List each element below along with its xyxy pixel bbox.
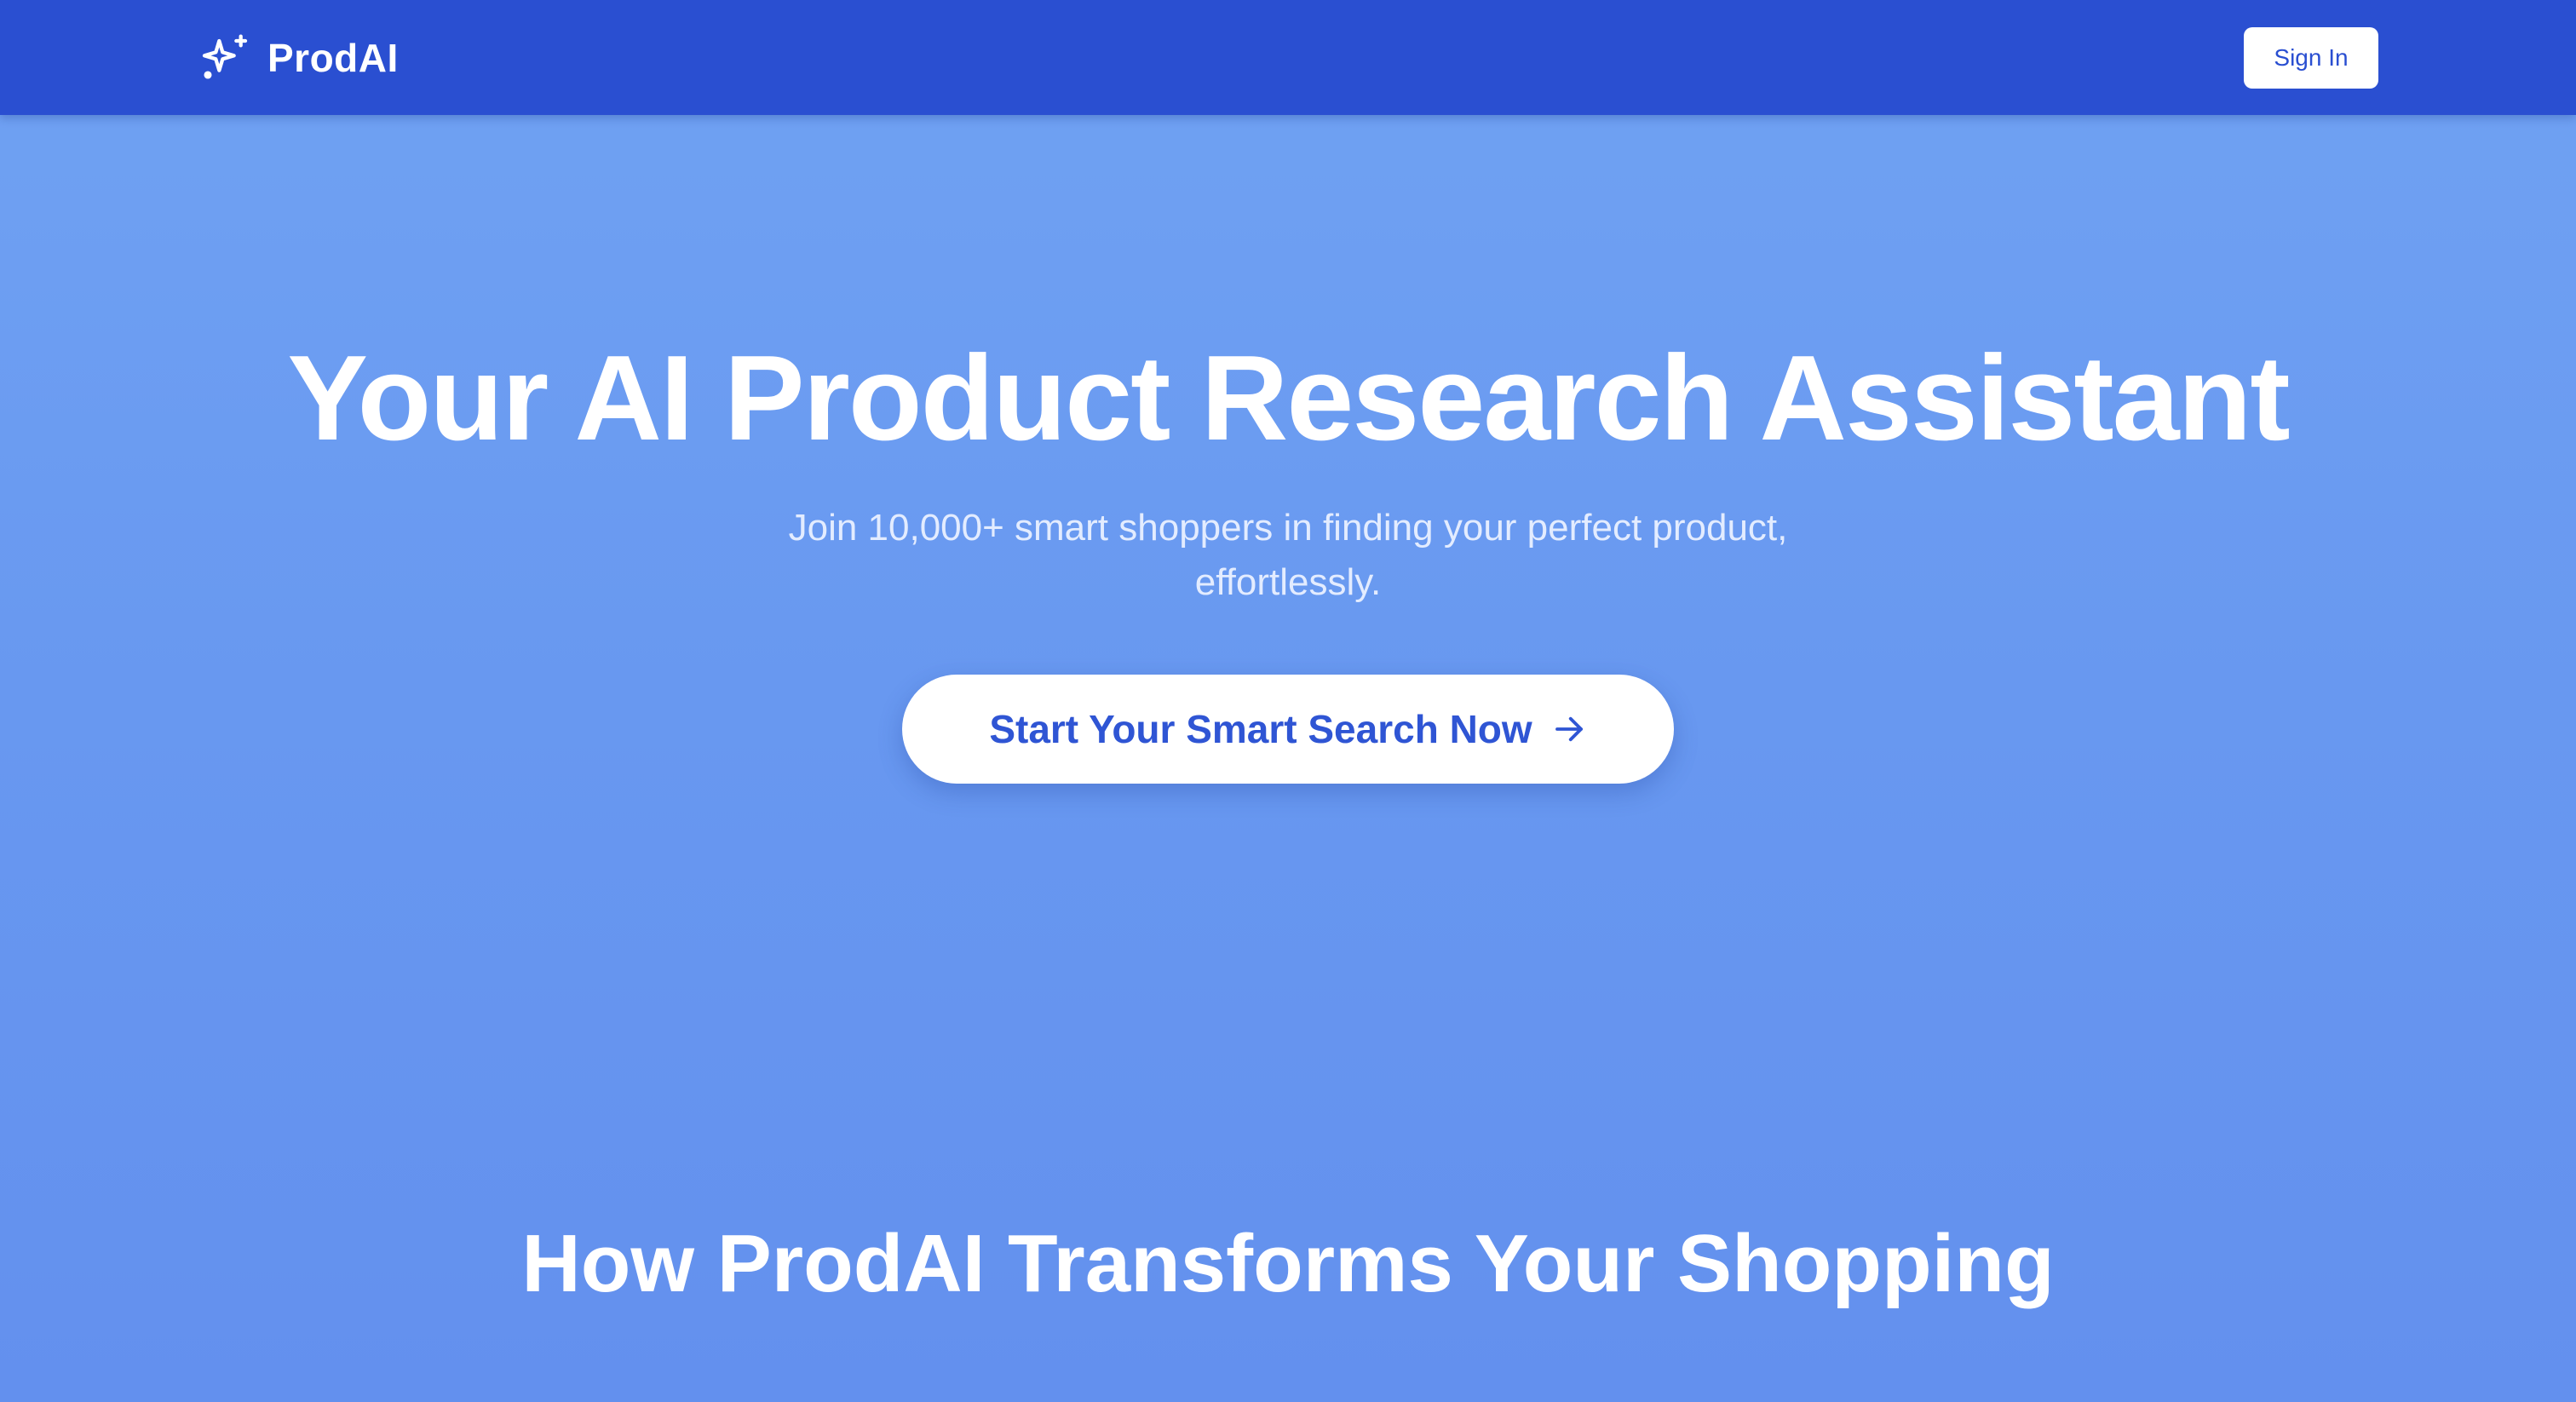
- hero-subtitle: Join 10,000+ smart shoppers in finding y…: [692, 501, 1884, 610]
- sparkles-icon: [202, 34, 248, 79]
- sign-in-button[interactable]: Sign In: [2244, 27, 2378, 89]
- features-title: How ProdAI Transforms Your Shopping: [521, 1218, 2055, 1309]
- brand-name: ProdAI: [267, 36, 399, 80]
- arrow-right-icon: [1555, 716, 1583, 742]
- hero-subtitle-line-1: Join 10,000+ smart shoppers in finding y…: [788, 507, 1788, 549]
- start-search-button[interactable]: Start Your Smart Search Now: [902, 675, 1674, 784]
- brand-logo[interactable]: ProdAI: [198, 31, 399, 85]
- top-navbar: ProdAI Sign In: [0, 0, 2576, 115]
- hero-subtitle-line-2: effortlessly.: [1194, 561, 1382, 603]
- hero-title: Your AI Product Research Assistant: [287, 330, 2290, 466]
- start-search-label: Start Your Smart Search Now: [989, 707, 1532, 751]
